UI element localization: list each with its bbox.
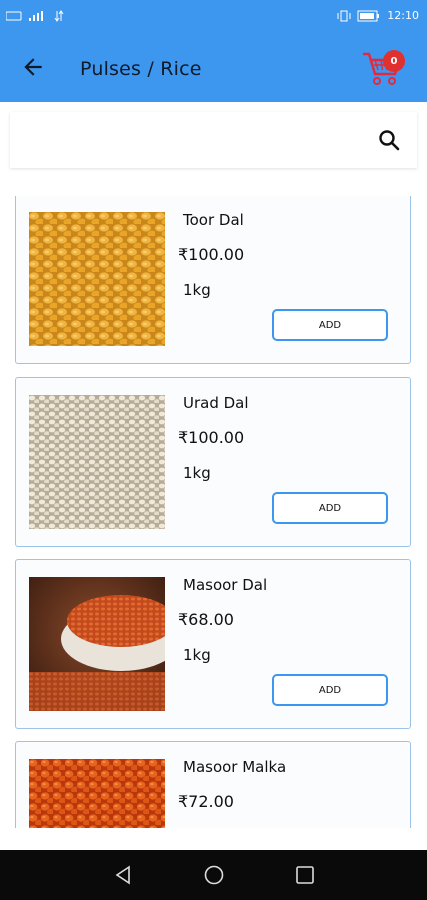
status-left [6, 9, 64, 23]
data-icon [54, 10, 64, 22]
product-card: Masoor Dal ₹68.00 1kg ADD [15, 559, 411, 729]
product-image-toor-dal [29, 212, 165, 346]
add-button[interactable]: ADD [272, 492, 388, 524]
product-card: Masoor Malka ₹72.00 [15, 741, 411, 828]
product-image-masoor-malka [29, 759, 165, 828]
product-price: ₹72.00 [178, 792, 234, 811]
add-button[interactable]: ADD [272, 674, 388, 706]
product-quantity: 1kg [183, 281, 211, 299]
page-title: Pulses / Rice [80, 58, 202, 80]
signal-icon [29, 11, 43, 21]
product-card: Toor Dal ₹100.00 1kg ADD [15, 196, 411, 364]
battery-icon [357, 10, 380, 21]
product-image-masoor-dal [29, 577, 165, 711]
product-image-urad-dal [29, 395, 165, 529]
cart-count-badge: 0 [383, 50, 405, 72]
product-quantity: 1kg [183, 464, 211, 482]
search-bar [10, 112, 417, 168]
app-bar: Pulses / Rice 0 [0, 34, 427, 102]
search-input[interactable] [20, 122, 364, 160]
search-icon[interactable] [377, 128, 401, 152]
product-card: Urad Dal ₹100.00 1kg ADD [15, 377, 411, 547]
system-nav-bar [0, 850, 427, 900]
status-time: 12:10 [387, 9, 419, 22]
product-price: ₹68.00 [178, 610, 234, 629]
product-price: ₹100.00 [178, 428, 245, 447]
product-price: ₹100.00 [178, 245, 245, 264]
nav-recents-icon[interactable] [294, 864, 316, 886]
product-name: Masoor Malka [183, 758, 287, 776]
sim-icon [6, 11, 22, 21]
status-bar: 12:10 [0, 0, 427, 34]
nav-home-icon[interactable] [203, 864, 225, 886]
add-button[interactable]: ADD [272, 309, 388, 341]
status-right: 12:10 [337, 9, 419, 22]
product-name: Masoor Dal [183, 576, 268, 594]
vibrate-icon [337, 10, 351, 21]
product-list: Toor Dal ₹100.00 1kg ADD Urad Dal ₹100.0… [0, 196, 427, 828]
nav-back-icon[interactable] [112, 864, 134, 886]
product-name: Toor Dal [183, 211, 244, 229]
back-arrow-icon[interactable] [20, 54, 46, 80]
product-name: Urad Dal [183, 394, 249, 412]
product-quantity: 1kg [183, 646, 211, 664]
